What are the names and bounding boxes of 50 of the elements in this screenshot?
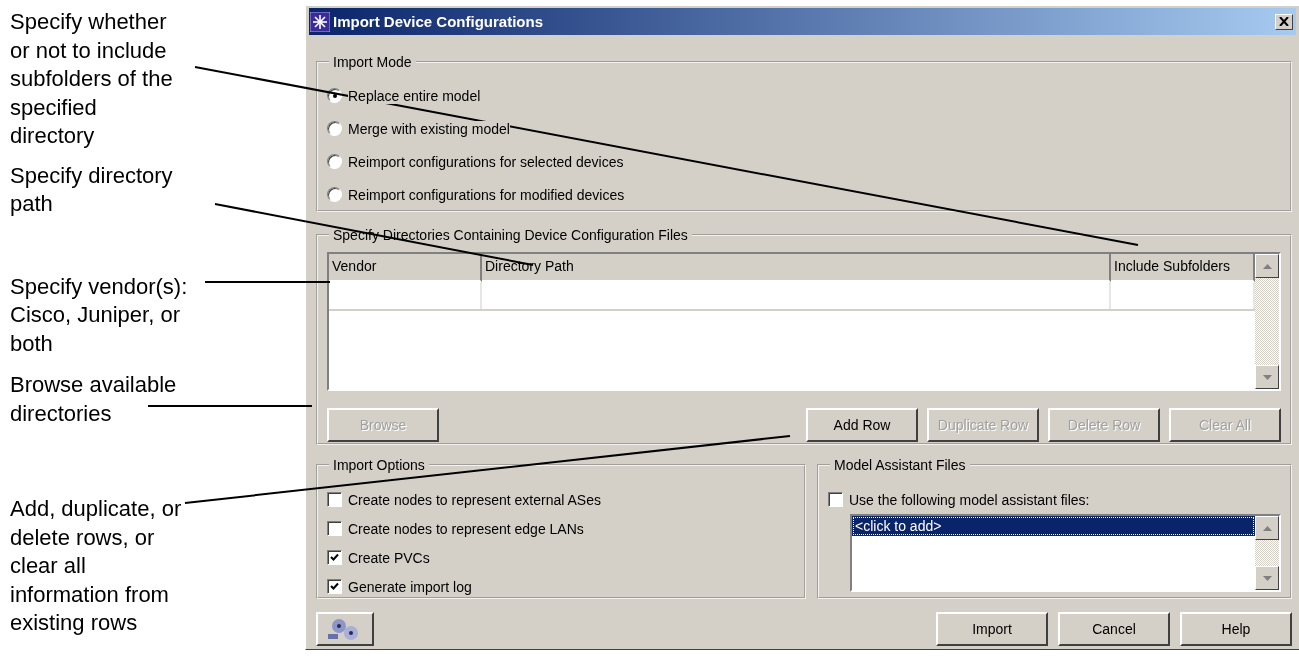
close-icon — [1279, 17, 1289, 26]
scrollbar[interactable] — [1255, 254, 1279, 389]
radio-label[interactable]: Merge with existing model — [348, 120, 510, 137]
checkbox[interactable] — [327, 579, 342, 594]
down-arrow-icon — [1262, 374, 1272, 380]
group-title: Specify Directories Containing Device Configuration Files — [332, 227, 689, 243]
group-title: Import Mode — [332, 54, 413, 70]
up-arrow-icon — [1262, 263, 1272, 269]
scrollbar[interactable] — [1255, 516, 1279, 590]
dialog-button[interactable]: Cancel — [1058, 612, 1170, 646]
group-title: Import Options — [332, 457, 426, 473]
group-title: Model Assistant Files — [833, 457, 967, 473]
radio-label[interactable]: Reimport configurations for modified devices — [348, 186, 625, 203]
checkbox-label[interactable]: Create PVCs — [348, 549, 430, 566]
checkbox-label[interactable]: Create nodes to represent external ASes — [348, 491, 601, 508]
radio-button[interactable] — [327, 154, 342, 169]
scroll-down-button[interactable] — [1255, 365, 1279, 389]
checkbox[interactable] — [327, 492, 342, 507]
checkbox[interactable] — [327, 521, 342, 536]
radio-button[interactable] — [327, 121, 342, 136]
callout-text: Browse available directories — [10, 371, 177, 428]
checkmark-icon — [330, 553, 339, 562]
checkmark-icon — [330, 582, 339, 591]
checkbox-label[interactable]: Create nodes to represent edge LANs — [348, 520, 584, 537]
down-arrow-icon — [1262, 575, 1272, 581]
radio-label[interactable]: Reimport configurations for selected devices — [348, 153, 624, 170]
scroll-up-button[interactable] — [1255, 516, 1279, 540]
dialog-button[interactable]: Import — [936, 612, 1048, 646]
radio-label[interactable]: Replace entire model — [348, 87, 481, 104]
checkbox-label[interactable]: Generate import log — [348, 578, 472, 595]
list-item[interactable]: <click to add> — [852, 516, 1255, 536]
star-icon — [310, 11, 330, 32]
scroll-up-button[interactable] — [1255, 254, 1279, 278]
callout-text: Add, duplicate, or delete rows, or clear all information from existing rows — [10, 495, 182, 637]
checkbox[interactable] — [828, 492, 843, 507]
scroll-down-button[interactable] — [1255, 566, 1279, 590]
close-button[interactable] — [1275, 13, 1293, 30]
window-title: Import Device Configurations — [333, 13, 545, 30]
column-header[interactable]: Vendor — [329, 254, 482, 282]
radio-button[interactable] — [327, 187, 342, 202]
checkbox[interactable] — [327, 550, 342, 565]
dialog-button[interactable]: Help — [1180, 612, 1292, 646]
callout-text: Specify vendor(s): Cisco, Juniper, or both — [10, 272, 188, 358]
checkbox-label[interactable]: Use the following model assistant files: — [849, 491, 1090, 508]
column-header[interactable]: Directory Path — [482, 254, 1111, 282]
callout-text: Specify directory path — [10, 161, 173, 218]
callout-text: Specify whether or not to include subfolders of the specified directory — [10, 8, 173, 150]
wizard-button[interactable] — [316, 612, 374, 646]
row-action-button[interactable]: Add Row — [806, 408, 918, 442]
up-arrow-icon — [1262, 525, 1272, 531]
